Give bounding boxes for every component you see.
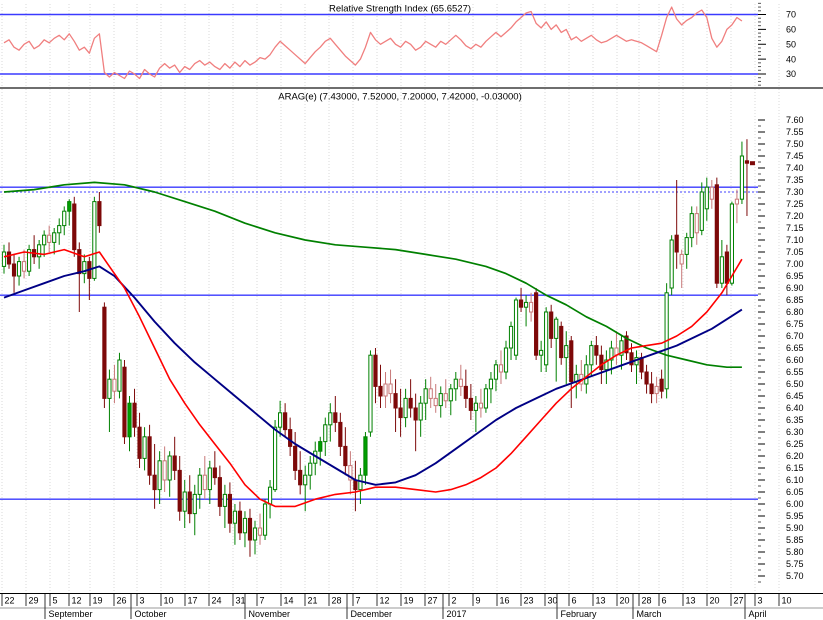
price-axis-label: 7.20 (786, 211, 804, 221)
price-axis-label: 6.20 (786, 451, 804, 461)
date-tick-label: 14 (284, 596, 294, 606)
date-tick-label: 31 (236, 596, 246, 606)
price-axis-label: 5.90 (786, 523, 804, 533)
price-axis-label: 6.70 (786, 331, 804, 341)
price-axis-label: 7.50 (786, 139, 804, 149)
price-axis-label: 7.00 (786, 259, 804, 269)
price-axis-label: 7.35 (786, 175, 804, 185)
last-close-marker (749, 161, 755, 166)
price-axis-label: 6.15 (786, 463, 804, 473)
date-tick-label: 7 (260, 596, 265, 606)
date-tick-label: 12 (72, 596, 82, 606)
rsi-axis: 70 60 50 40 30 (758, 2, 796, 86)
date-tick-label: 6 (662, 596, 667, 606)
price-axis-label: 6.55 (786, 367, 804, 377)
price-axis-label: 6.30 (786, 427, 804, 437)
price-axis-label: 6.10 (786, 475, 804, 485)
date-tick-label: 26 (117, 596, 127, 606)
date-tick-label: 28 (642, 596, 652, 606)
price-axis-label: 7.45 (786, 151, 804, 161)
date-tick-label: 19 (93, 596, 103, 606)
date-tick-label: 5 (53, 596, 58, 606)
date-tick-label: 22 (5, 596, 15, 606)
price-axis-label: 6.05 (786, 487, 804, 497)
price-axis-label: 6.65 (786, 343, 804, 353)
price-axis-label: 6.35 (786, 415, 804, 425)
month-label: 2017 (447, 609, 467, 619)
date-tick-label: 23 (524, 596, 534, 606)
price-axis-label: 5.75 (786, 559, 804, 569)
date-tick-label: 10 (782, 596, 792, 606)
chart-canvas[interactable]: 70605040307.607.557.507.457.407.357.307.… (0, 0, 823, 620)
rsi-axis-label: 30 (786, 69, 796, 79)
date-tick-label: 30 (548, 596, 558, 606)
price-axis-label: 6.50 (786, 379, 804, 389)
month-label: March (637, 609, 662, 619)
date-tick-label: 3 (140, 596, 145, 606)
price-axis-label: 5.80 (786, 547, 804, 557)
price-axis-label: 5.70 (786, 571, 804, 581)
rsi-axis-label: 60 (786, 25, 796, 35)
price-axis-label: 6.25 (786, 439, 804, 449)
month-label: September (49, 609, 93, 619)
rsi-axis-label: 70 (786, 10, 796, 20)
price-axis-label: 7.15 (786, 223, 804, 233)
price-axis-label: 7.55 (786, 127, 804, 137)
price-axis-label: 6.45 (786, 391, 804, 401)
rsi-panel-title: Relative Strength Index (65.6527) (329, 4, 471, 15)
date-tick-label: 20 (620, 596, 630, 606)
month-label: February (561, 609, 598, 619)
price-axis-label: 7.05 (786, 247, 804, 257)
date-tick-label: 13 (596, 596, 606, 606)
price-axis-label: 6.40 (786, 403, 804, 413)
price-axis-label: 6.85 (786, 295, 804, 305)
date-tick-label: 7 (356, 596, 361, 606)
price-axis-label: 5.85 (786, 535, 804, 545)
date-tick-label: 12 (380, 596, 390, 606)
metastock-chart-window: 70 60 50 40 30 7.60 7.55 7.50 7.45 7.40 7.35 7.30 7.… (0, 0, 823, 620)
date-tick-label: 24 (212, 596, 222, 606)
date-tick-label: 3 (758, 596, 763, 606)
date-tick-label: 10 (164, 596, 174, 606)
main-panel-title: ARAG(e) (7.43000, 7.52000, 7.20000, 7.42… (278, 92, 521, 103)
month-label: December (351, 609, 393, 619)
date-tick-label: 13 (686, 596, 696, 606)
date-tick-label: 9 (476, 596, 481, 606)
month-label: April (749, 609, 767, 619)
date-tick-label: 21 (308, 596, 318, 606)
month-label: October (135, 609, 167, 619)
date-tick-label: 29 (29, 596, 39, 606)
price-axis-label: 6.75 (786, 319, 804, 329)
month-label: November (249, 609, 291, 619)
price-axis-label: 7.25 (786, 199, 804, 209)
rsi-axis-label: 50 (786, 39, 796, 49)
price-axis-label: 6.90 (786, 283, 804, 293)
price-axis-label: 7.60 (786, 115, 804, 125)
date-tick-label: 27 (428, 596, 438, 606)
time-axis: 22 29 5 12 19 26 3 10 17 24 31 7 14 21 28 7 12 19 27 2 9 16 23… (1, 594, 792, 619)
price-axis-label: 6.95 (786, 271, 804, 281)
rsi-axis-label: 40 (786, 54, 796, 64)
date-tick-label: 6 (572, 596, 577, 606)
date-tick-label: 27 (734, 596, 744, 606)
price-axis-label: 6.80 (786, 307, 804, 317)
price-axis-label: 6.00 (786, 499, 804, 509)
date-tick-label: 19 (404, 596, 414, 606)
date-tick-label: 20 (710, 596, 720, 606)
date-tick-label: 2 (452, 596, 457, 606)
price-axis-label: 7.10 (786, 235, 804, 245)
price-axis: 7.60 7.55 7.50 7.45 7.40 7.35 7.30 7.25 7.20 7.15… (758, 115, 804, 583)
price-axis-label: 5.95 (786, 511, 804, 521)
price-axis-label: 7.30 (786, 187, 804, 197)
date-tick-label: 16 (500, 596, 510, 606)
price-axis-label: 6.60 (786, 355, 804, 365)
price-axis-label: 7.40 (786, 163, 804, 173)
rsi-line (3, 6, 743, 80)
date-tick-label: 17 (188, 596, 198, 606)
panel-frame (0, 87, 823, 609)
date-tick-label: 28 (332, 596, 342, 606)
